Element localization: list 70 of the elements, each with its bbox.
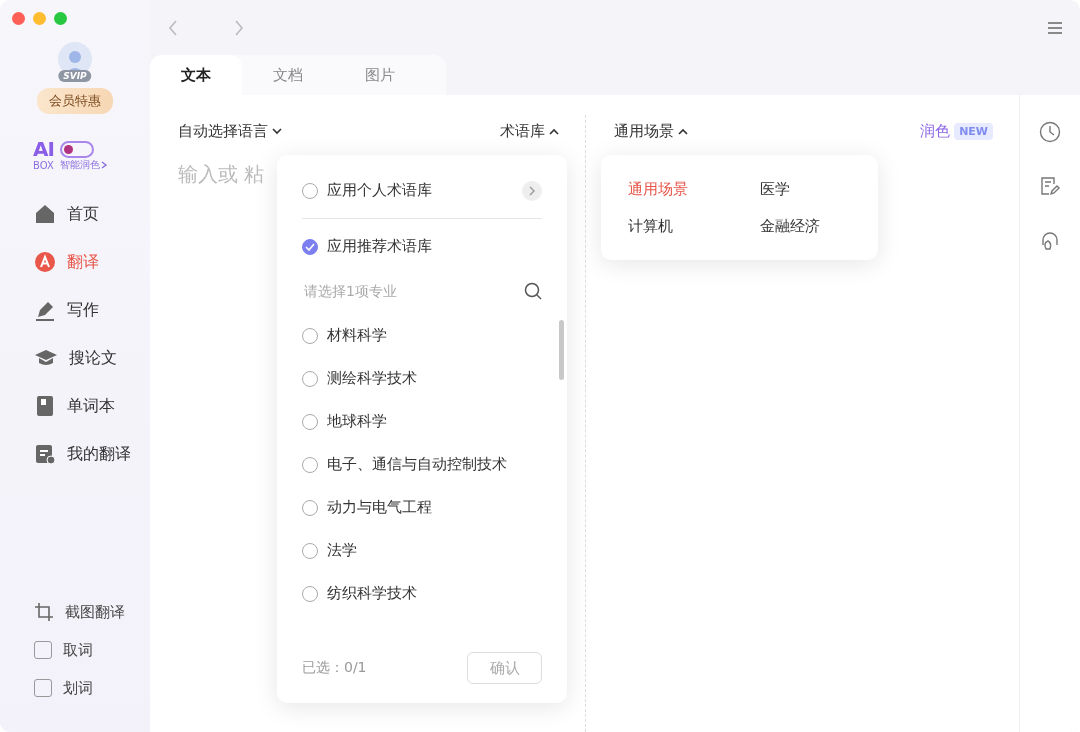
- scrollbar[interactable]: [559, 320, 564, 380]
- field-option[interactable]: 电子、通信与自动控制技术: [302, 443, 542, 486]
- radio-button[interactable]: [302, 370, 318, 387]
- chevron-right-icon: [522, 180, 542, 201]
- scene-option[interactable]: 计算机: [628, 216, 760, 236]
- search-icon: [524, 282, 542, 300]
- headset-icon[interactable]: [1039, 229, 1061, 251]
- checkbox[interactable]: [34, 679, 52, 697]
- svip-badge: SVIP: [58, 70, 92, 82]
- box-label: BOX: [33, 159, 54, 171]
- tab[interactable]: 文档: [242, 55, 334, 95]
- document-icon: [34, 443, 56, 465]
- close-button[interactable]: [12, 12, 25, 25]
- termbase-option[interactable]: 应用推荐术语库: [302, 225, 542, 268]
- selected-count: 已选：0/1: [302, 659, 367, 677]
- field-option[interactable]: 纺织科学技术: [302, 572, 542, 615]
- radio-button[interactable]: [302, 542, 318, 559]
- check-icon: [305, 242, 315, 251]
- chevron-right-icon: [234, 19, 244, 36]
- chevron-up-icon: [549, 127, 559, 135]
- nav-item[interactable]: 首页: [34, 200, 150, 228]
- toggle-switch[interactable]: [59, 140, 94, 158]
- chevron-down-icon: [272, 127, 282, 135]
- radio-button[interactable]: [302, 413, 318, 430]
- pen-icon: [34, 299, 56, 321]
- field-option[interactable]: 地球科学: [302, 400, 542, 443]
- ai-logo: AI: [33, 140, 54, 158]
- polish-link[interactable]: 智能润色: [59, 158, 107, 172]
- radio-button[interactable]: [302, 327, 318, 344]
- tool-label[interactable]: 截图翻译: [65, 602, 125, 622]
- radio-button[interactable]: [302, 238, 318, 255]
- clock-icon[interactable]: [1039, 121, 1061, 143]
- scene-option[interactable]: 金融经济: [760, 216, 878, 236]
- scene-option[interactable]: 医学: [760, 179, 878, 199]
- note-edit-icon[interactable]: [1039, 175, 1061, 197]
- home-icon: [34, 203, 56, 225]
- tab[interactable]: 文本: [150, 55, 242, 95]
- nav-item[interactable]: 搜论文: [34, 344, 150, 372]
- tab[interactable]: 图片: [334, 55, 426, 95]
- translate-icon: [34, 251, 56, 273]
- tool-label[interactable]: 取词: [63, 640, 93, 660]
- minimize-button[interactable]: [33, 12, 46, 25]
- polish-button[interactable]: 润色 NEW: [920, 121, 993, 141]
- radio-button[interactable]: [302, 585, 318, 602]
- book-icon: [34, 395, 56, 417]
- maximize-button[interactable]: [54, 12, 67, 25]
- radio-button[interactable]: [302, 182, 318, 199]
- field-option[interactable]: 测绘科学技术: [302, 357, 542, 400]
- scene-option[interactable]: 通用场景: [628, 179, 760, 199]
- nav-item[interactable]: 我的翻译: [34, 440, 150, 468]
- language-dropdown[interactable]: 自动选择语言: [178, 121, 282, 141]
- radio-button[interactable]: [302, 456, 318, 473]
- vip-offer-button[interactable]: 会员特惠: [37, 88, 113, 114]
- tool-label[interactable]: 划词: [63, 678, 93, 698]
- radio-button[interactable]: [302, 499, 318, 516]
- nav-item[interactable]: 写作: [34, 296, 150, 324]
- new-badge: NEW: [954, 122, 993, 140]
- crop-icon: [34, 602, 54, 622]
- chevron-right-icon: [100, 161, 107, 169]
- termbase-dropdown[interactable]: 术语库: [500, 121, 559, 141]
- chevron-left-icon: [168, 19, 178, 36]
- termbase-option[interactable]: 应用个人术语库: [302, 169, 542, 212]
- scene-dropdown[interactable]: 通用场景: [614, 121, 688, 141]
- field-option[interactable]: 法学: [302, 529, 542, 572]
- chevron-up-icon: [678, 127, 688, 135]
- field-option[interactable]: 材料科学: [302, 314, 542, 357]
- checkbox[interactable]: [34, 641, 52, 659]
- menu-icon[interactable]: [1048, 20, 1062, 35]
- field-option[interactable]: 动力与电气工程: [302, 486, 542, 529]
- nav-item[interactable]: 单词本: [34, 392, 150, 420]
